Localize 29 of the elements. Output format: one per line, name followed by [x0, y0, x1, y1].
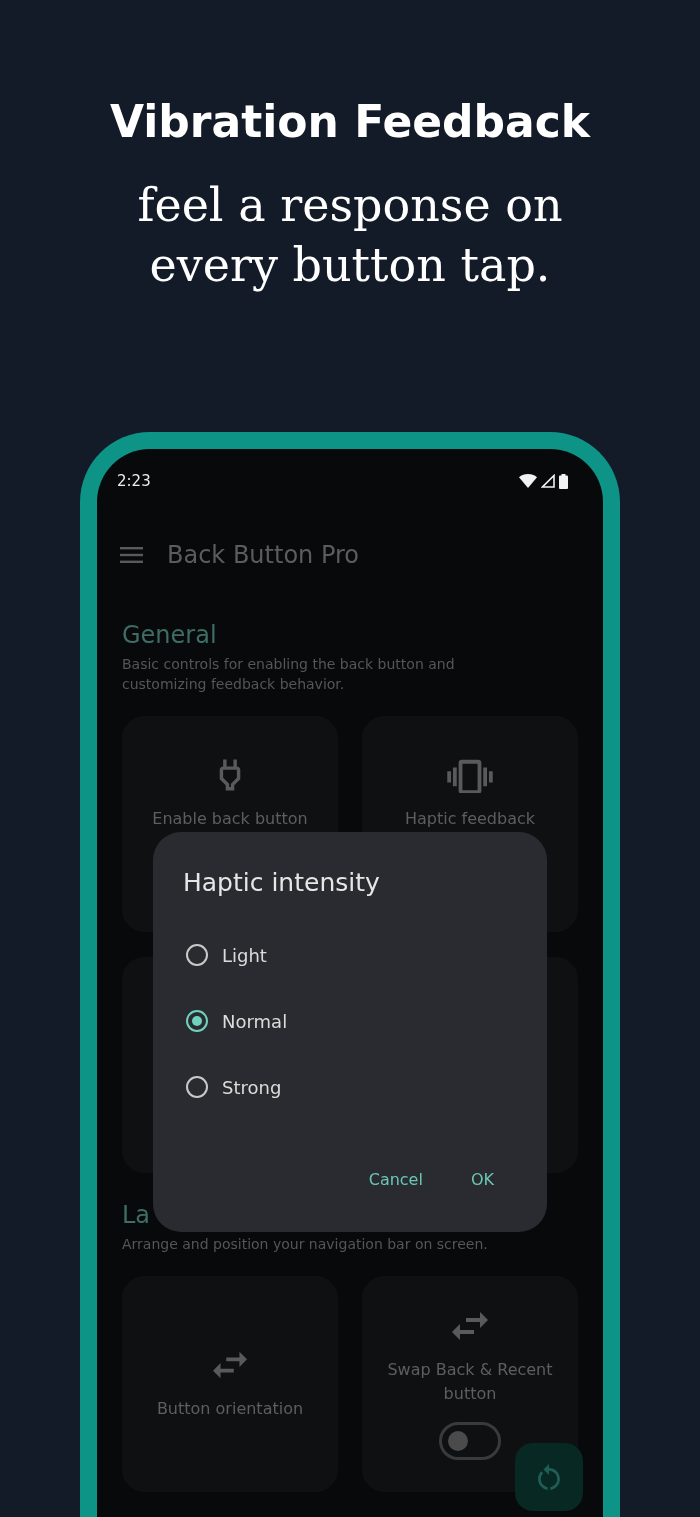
option-label: Light [222, 944, 267, 966]
radio-button[interactable] [186, 1076, 208, 1098]
section-title: La [122, 1201, 152, 1229]
toggle-switch[interactable] [439, 1422, 501, 1460]
card-label: Enable back button [152, 808, 308, 830]
signal-icon [541, 474, 555, 488]
subheadline: feel a response on every button tap. [136, 177, 564, 294]
battery-icon [559, 473, 568, 489]
section-description: Arrange and position your navigation bar on screen. [122, 1235, 489, 1254]
card-label: Swap Back & Recent button [386, 1359, 554, 1405]
wifi-icon [519, 474, 537, 488]
option-label: Normal [222, 1010, 288, 1032]
status-time: 2:23 [117, 472, 151, 490]
headline: Vibration Feedback [109, 95, 591, 149]
dialog-button[interactable]: OK [458, 1159, 506, 1199]
card-label: Button orientation [156, 1398, 304, 1420]
option-label: Strong [222, 1076, 282, 1098]
circular-arrow-icon [538, 1464, 560, 1490]
card-label: Haptic feedback [404, 808, 536, 830]
section-title: General [122, 621, 218, 649]
app-title: Back Button Pro [167, 541, 359, 569]
dialog-button[interactable]: Cancel [356, 1159, 435, 1199]
vibrating-phone-icon [447, 757, 493, 793]
radio-button[interactable] [186, 1010, 208, 1032]
floating-action-button[interactable] [515, 1443, 583, 1511]
dialog-title: Haptic intensity [183, 867, 381, 899]
section-description: Basic controls for enabling the back button and customizing feedback behavior. [122, 655, 456, 694]
menu-icon[interactable] [120, 547, 143, 563]
radio-button[interactable] [186, 944, 208, 966]
